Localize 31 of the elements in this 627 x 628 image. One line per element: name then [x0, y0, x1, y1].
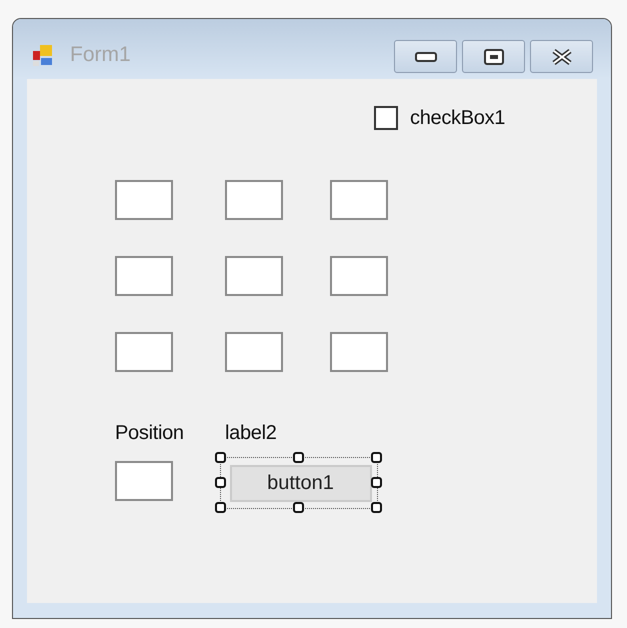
button[interactable]: button1 [230, 464, 372, 502]
text-box[interactable] [225, 256, 283, 296]
resize-handle[interactable] [292, 502, 304, 512]
app-icon [33, 45, 53, 67]
text-box[interactable] [330, 180, 388, 220]
checkbox-label[interactable]: checkBox1 [410, 106, 506, 130]
resize-handle[interactable] [214, 452, 226, 462]
maximize-button[interactable] [462, 40, 525, 73]
text-box[interactable] [330, 332, 388, 372]
text-box[interactable] [115, 256, 173, 296]
text-box[interactable] [115, 332, 173, 372]
close-icon [550, 48, 572, 64]
resize-handle[interactable] [292, 452, 304, 462]
resize-handle[interactable] [370, 476, 382, 488]
minimize-button[interactable] [394, 40, 457, 73]
close-button[interactable] [530, 40, 593, 73]
text-box[interactable] [330, 256, 388, 296]
maximize-icon [484, 48, 504, 64]
checkbox[interactable] [374, 106, 398, 130]
label: label2 [225, 422, 277, 445]
resize-handle[interactable] [214, 502, 226, 512]
resize-handle[interactable] [214, 476, 226, 488]
text-box[interactable] [115, 180, 173, 220]
minimize-icon [414, 52, 436, 62]
label: Position [115, 422, 185, 445]
resize-handle[interactable] [370, 502, 382, 512]
text-box[interactable] [225, 180, 283, 220]
text-box[interactable] [115, 461, 173, 501]
resize-handle[interactable] [370, 452, 382, 462]
text-box[interactable] [225, 332, 283, 372]
window-title: Form1 [70, 43, 131, 67]
